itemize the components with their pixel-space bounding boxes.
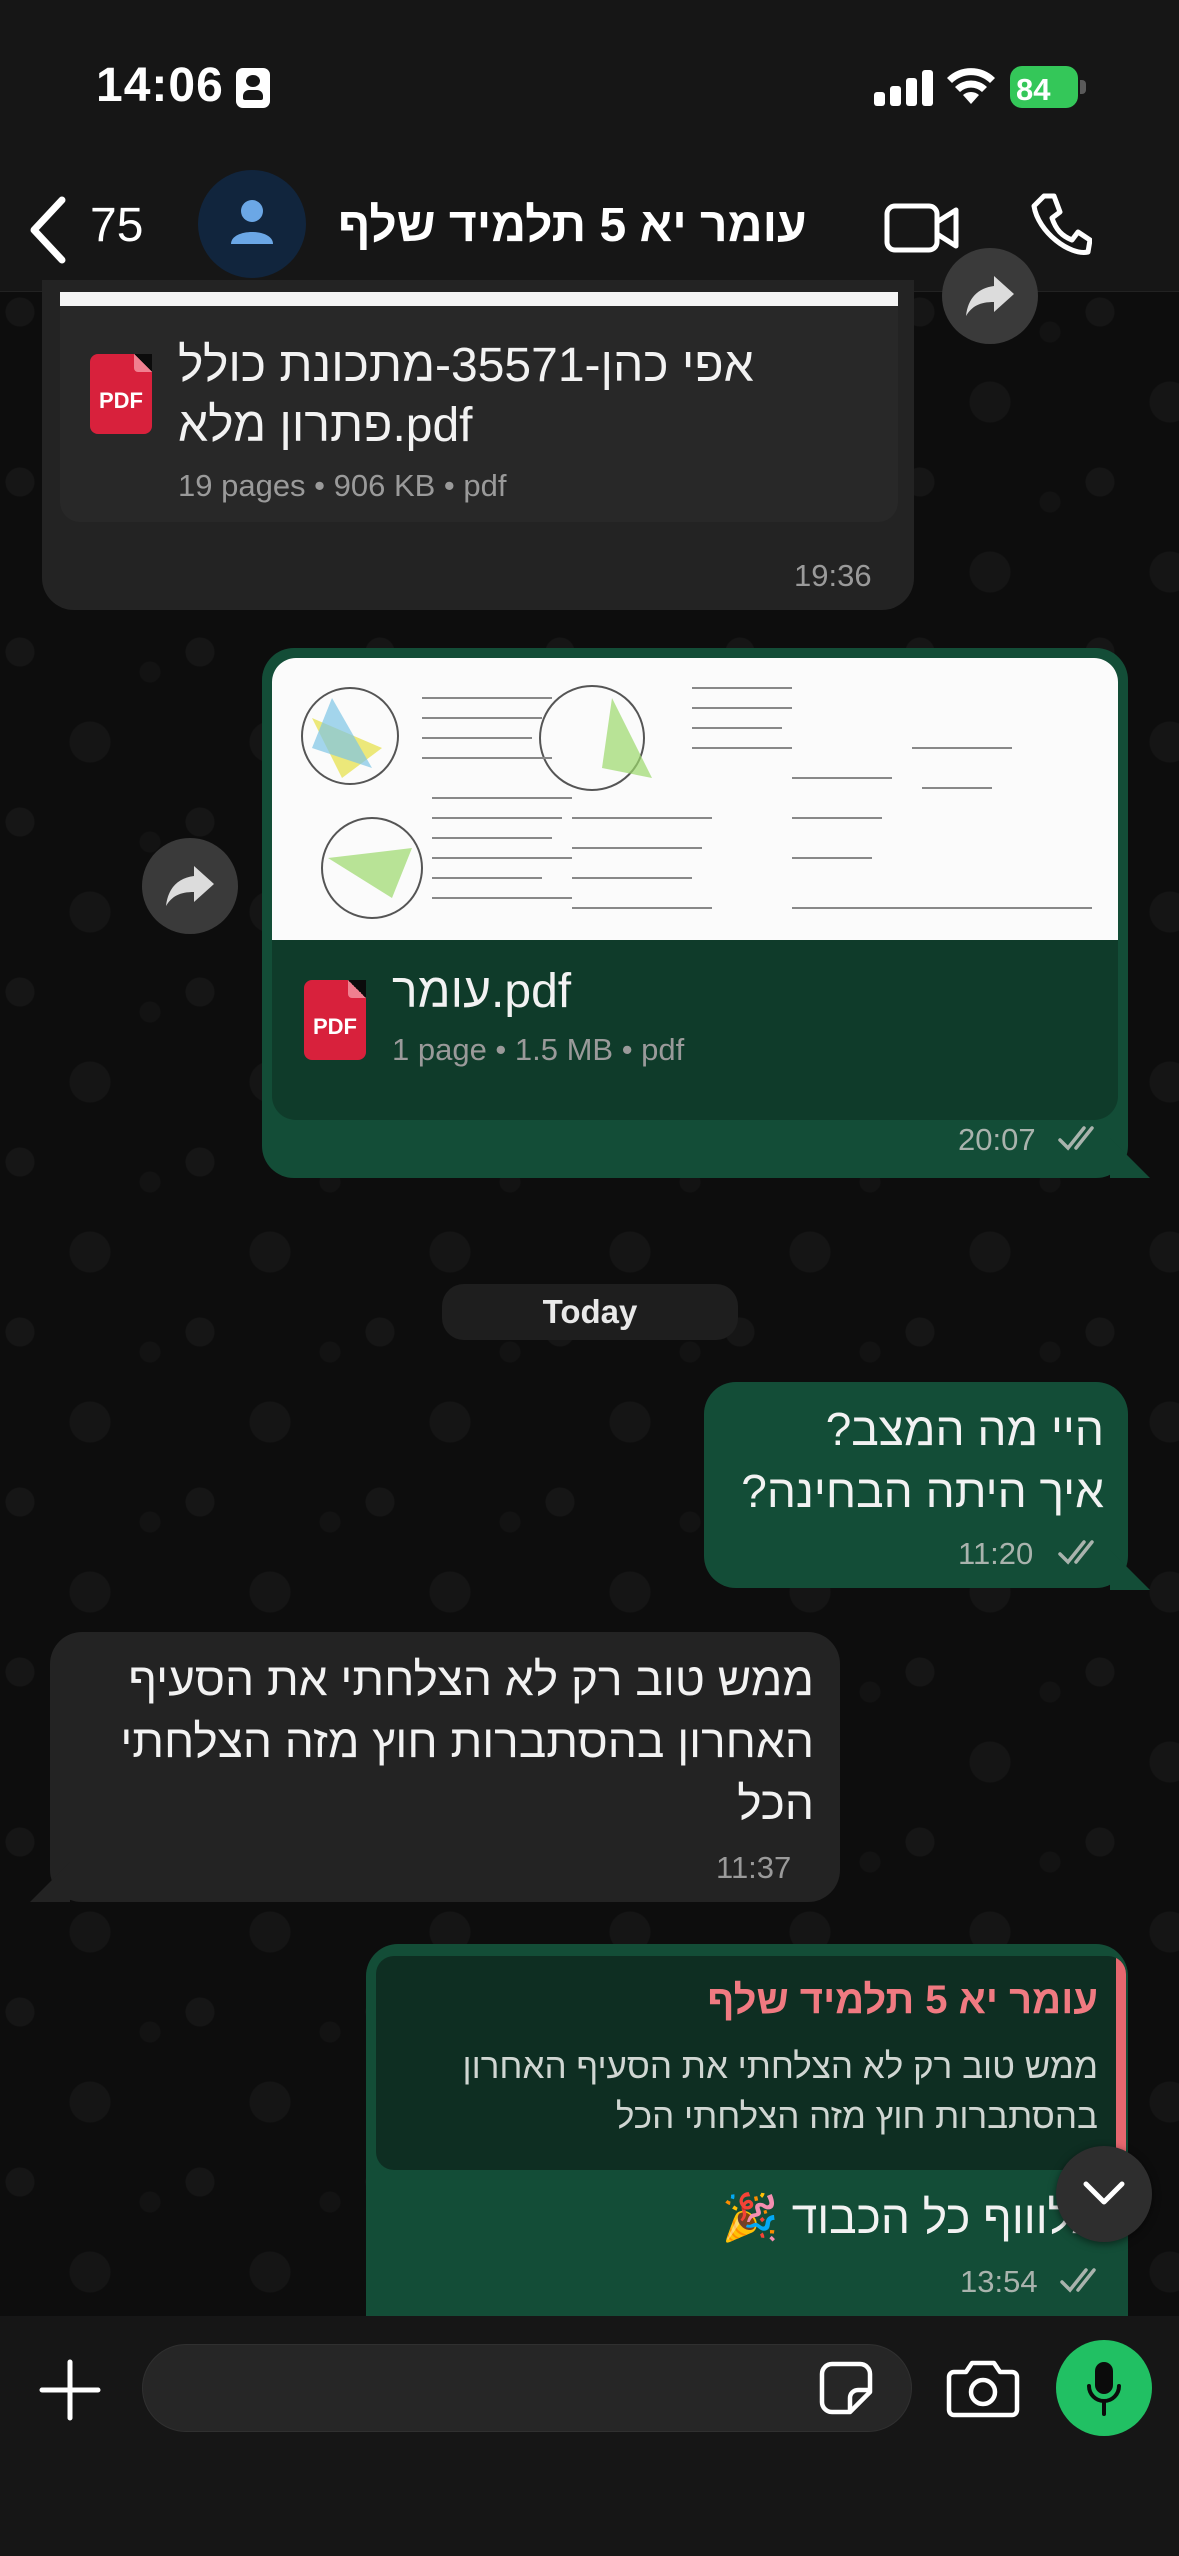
avatar[interactable] xyxy=(198,170,306,278)
message-time: 11:20 xyxy=(958,1536,1034,1571)
message-line: ממש טוב רק לא הצלחתי את הסעיף xyxy=(128,1653,814,1705)
document-name-line2: פתרון מלא.pdf xyxy=(178,399,473,452)
microphone-icon xyxy=(1087,2362,1121,2416)
composer-bar xyxy=(0,2316,1179,2556)
document-preview-image[interactable] xyxy=(272,658,1118,940)
read-ticks-icon xyxy=(1058,1540,1094,1565)
document-name: עומר.pdf xyxy=(392,965,572,1018)
document-preview-strip xyxy=(60,292,898,306)
document-name-line1: אפי כהן-35571-מתכונת כולל xyxy=(178,339,754,392)
forward-button[interactable] xyxy=(942,248,1038,344)
pdf-file-icon: PDF xyxy=(304,980,366,1060)
outgoing-message-bubble[interactable]: היי מה המצב? איך היתה הבחינה? 11:20 xyxy=(704,1382,1128,1588)
wifi-icon xyxy=(947,68,995,104)
battery-icon: 84 xyxy=(1010,66,1086,108)
outgoing-document-bubble[interactable]: PDF עומר.pdf 1 page • 1.5 MB • pdf 20:07 xyxy=(262,648,1128,1178)
forward-icon xyxy=(966,276,1014,316)
battery-level: 84 xyxy=(1016,72,1051,107)
message-input[interactable] xyxy=(142,2344,912,2432)
reply-quote[interactable]: עומר יא 5 תלמיד שלף ממש טוב רק לא הצלחתי… xyxy=(376,1956,1126,2170)
chevron-down-icon xyxy=(1083,2181,1125,2205)
reply-quote-bar xyxy=(1116,1956,1126,2170)
chat-title[interactable]: עומר יא 5 תלמיד שלף xyxy=(338,198,807,253)
video-call-icon[interactable] xyxy=(884,200,960,256)
message-time: 11:37 xyxy=(716,1850,792,1885)
incoming-message-bubble[interactable]: ממש טוב רק לא הצלחתי את הסעיף האחרון בהס… xyxy=(50,1632,840,1902)
scroll-to-bottom-button[interactable] xyxy=(1056,2146,1152,2242)
document-meta: 19 pages • 906 KB • pdf xyxy=(178,468,507,503)
message-time: 13:54 xyxy=(960,2264,1038,2299)
voice-message-button[interactable] xyxy=(1056,2340,1152,2436)
message-time: 19:36 xyxy=(794,558,872,593)
plus-icon[interactable] xyxy=(38,2358,102,2422)
pdf-file-icon: PDF xyxy=(90,354,152,434)
status-time: 14:06 xyxy=(96,59,224,112)
back-chevron-icon[interactable] xyxy=(24,194,72,266)
message-line: האחרון בהסתברות חוץ מזה הצלחתי xyxy=(120,1715,814,1767)
reply-quote-line: בהסתברות חוץ מזה הצלחתי הכל xyxy=(615,2097,1098,2136)
message-line: הכל xyxy=(737,1777,814,1829)
message-line: היי מה המצב? xyxy=(825,1403,1104,1455)
signal-icon xyxy=(874,70,936,106)
date-divider: Today xyxy=(442,1284,738,1340)
document-meta: 1 page • 1.5 MB • pdf xyxy=(392,1032,685,1067)
sticker-icon[interactable] xyxy=(818,2360,874,2416)
read-ticks-icon xyxy=(1058,1126,1094,1151)
status-bar: 14:06 84 xyxy=(0,0,1179,170)
forward-button[interactable] xyxy=(142,838,238,934)
reply-quote-line: ממש טוב רק לא הצלחתי את הסעיף האחרון xyxy=(462,2047,1098,2086)
unread-count[interactable]: 75 xyxy=(90,198,143,253)
camera-icon[interactable] xyxy=(946,2358,1020,2418)
forward-icon xyxy=(166,866,214,906)
message-line: איך היתה הבחינה? xyxy=(741,1465,1104,1517)
reply-message-text: אלוווף כל הכבוד 🎉 xyxy=(721,2191,1100,2243)
message-time: 20:07 xyxy=(958,1122,1036,1157)
phone-icon[interactable] xyxy=(1030,192,1092,258)
id-card-icon xyxy=(236,68,270,108)
reply-quote-author: עומר יא 5 תלמיד שלף xyxy=(707,1978,1098,2022)
read-ticks-icon xyxy=(1060,2268,1096,2293)
person-icon xyxy=(231,200,273,244)
incoming-document-bubble[interactable]: PDF אפי כהן-35571-מתכונת כולל פתרון מלא.… xyxy=(42,280,914,610)
